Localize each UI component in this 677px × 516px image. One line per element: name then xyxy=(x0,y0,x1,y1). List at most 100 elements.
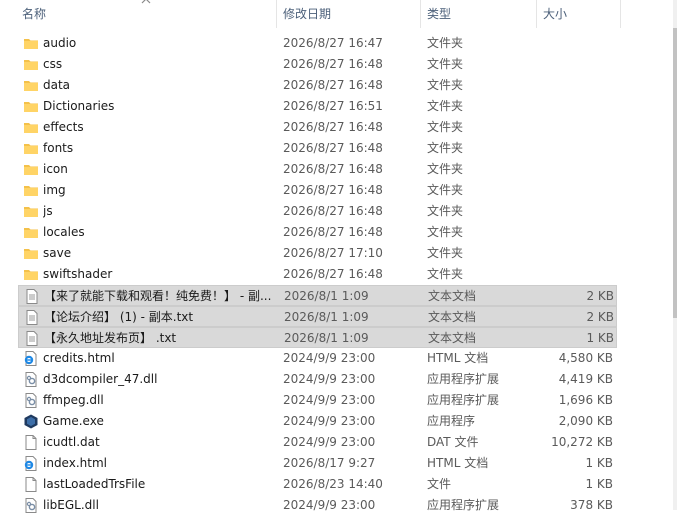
file-size xyxy=(537,264,613,285)
file-size xyxy=(537,33,613,54)
file-size xyxy=(537,96,613,117)
sort-ascending-icon xyxy=(141,0,151,4)
column-header-bar: 名称 修改日期 类型 大小 xyxy=(0,0,677,28)
file-date: 2026/8/27 16:48 xyxy=(283,57,383,71)
file-row[interactable]: img 2026/8/27 16:48 文件夹 xyxy=(18,180,617,201)
file-type: 文件 xyxy=(427,477,452,491)
file-size xyxy=(537,222,613,243)
file-name: data xyxy=(43,78,71,92)
file-row[interactable]: 【论坛介绍】 (1) - 副本.txt 2026/8/1 1:09 文本文档 2 KB xyxy=(18,306,617,327)
file-name: 【论坛介绍】 (1) - 副本.txt xyxy=(44,310,194,324)
file-type: 文本文档 xyxy=(428,331,477,345)
file-name: 【永久地址发布页】 .txt xyxy=(44,331,177,345)
file-row[interactable]: icudtl.dat 2024/9/9 23:00 DAT 文件 10,272 KB xyxy=(18,432,617,453)
column-header-size[interactable]: 大小 xyxy=(537,0,621,28)
folder-icon xyxy=(23,99,39,114)
file-row[interactable]: lastLoadedTrsFile 2026/8/23 14:40 文件 1 KB xyxy=(18,474,617,495)
file-name: 【来了就能下载和观看！纯免费！】 - 副... xyxy=(44,289,272,303)
file-row[interactable]: credits.html 2024/9/9 23:00 HTML 文档 4,580 K… xyxy=(18,348,617,369)
file-size: 1 KB xyxy=(586,331,614,345)
folder-icon xyxy=(23,162,39,177)
folder-icon xyxy=(23,141,39,156)
file-size: 2,090 KB xyxy=(558,414,613,428)
text-file-icon xyxy=(24,310,40,325)
file-row[interactable]: Game.exe 2024/9/9 23:00 应用程序 2,090 KB xyxy=(18,411,617,432)
file-name: icon xyxy=(43,162,68,176)
file-type: 文件夹 xyxy=(427,57,464,71)
blank-file-icon xyxy=(23,435,39,450)
file-row[interactable]: 【永久地址发布页】 .txt 2026/8/1 1:09 文本文档 1 KB xyxy=(18,327,617,348)
folder-icon xyxy=(23,36,39,51)
file-row[interactable]: audio 2026/8/27 16:47 文件夹 xyxy=(18,33,617,54)
file-row[interactable]: icon 2026/8/27 16:48 文件夹 xyxy=(18,159,617,180)
file-size xyxy=(537,201,613,222)
file-date: 2026/8/27 16:48 xyxy=(283,162,383,176)
file-name: audio xyxy=(43,36,77,50)
file-name: index.html xyxy=(43,456,107,470)
file-size: 4,419 KB xyxy=(558,372,613,386)
blank-file-icon xyxy=(23,477,39,492)
file-date: 2026/8/1 1:09 xyxy=(284,331,369,345)
folder-icon xyxy=(23,267,39,282)
file-size xyxy=(537,75,613,96)
column-header-date[interactable]: 修改日期 xyxy=(277,0,421,28)
file-row[interactable]: js 2026/8/27 16:48 文件夹 xyxy=(18,201,617,222)
file-date: 2026/8/27 16:51 xyxy=(283,99,383,113)
file-size: 4,580 KB xyxy=(558,351,613,365)
file-name: Dictionaries xyxy=(43,99,115,113)
file-type: 应用程序扩展 xyxy=(427,498,500,512)
file-row[interactable]: locales 2026/8/27 16:48 文件夹 xyxy=(18,222,617,243)
file-row[interactable]: libEGL.dll 2024/9/9 23:00 应用程序扩展 378 KB xyxy=(18,495,617,516)
file-row[interactable]: index.html 2026/8/17 9:27 HTML 文档 1 KB xyxy=(18,453,617,474)
file-name: swiftshader xyxy=(43,267,113,281)
file-name: locales xyxy=(43,225,85,239)
file-size: 2 KB xyxy=(586,289,614,303)
file-date: 2026/8/27 16:48 xyxy=(283,120,383,134)
file-size: 1 KB xyxy=(585,477,613,491)
file-row[interactable]: css 2026/8/27 16:48 文件夹 xyxy=(18,54,617,75)
file-name: css xyxy=(43,57,63,71)
file-row[interactable]: swiftshader 2026/8/27 16:48 文件夹 xyxy=(18,264,617,285)
file-date: 2026/8/27 16:48 xyxy=(283,267,383,281)
file-type: 文件夹 xyxy=(427,225,464,239)
file-name: libEGL.dll xyxy=(43,498,99,512)
file-date: 2026/8/27 17:10 xyxy=(283,246,383,260)
folder-icon xyxy=(23,246,39,261)
file-date: 2026/8/1 1:09 xyxy=(284,310,369,324)
file-row[interactable]: effects 2026/8/27 16:48 文件夹 xyxy=(18,117,617,138)
file-name: Game.exe xyxy=(43,414,104,428)
dll-file-icon xyxy=(23,393,39,408)
text-file-icon xyxy=(24,331,40,346)
file-name: fonts xyxy=(43,141,74,155)
file-name: effects xyxy=(43,120,84,134)
file-type: 文件夹 xyxy=(427,36,464,50)
file-type: 文本文档 xyxy=(428,289,477,303)
file-type: 文件夹 xyxy=(427,204,464,218)
file-row[interactable]: data 2026/8/27 16:48 文件夹 xyxy=(18,75,617,96)
file-date: 2026/8/27 16:47 xyxy=(283,36,383,50)
file-type: 文本文档 xyxy=(428,310,477,324)
file-size: 378 KB xyxy=(570,498,613,512)
column-header-type[interactable]: 类型 xyxy=(421,0,537,28)
vertical-scrollbar[interactable] xyxy=(673,0,677,510)
file-row[interactable]: fonts 2026/8/27 16:48 文件夹 xyxy=(18,138,617,159)
file-row[interactable]: save 2026/8/27 17:10 文件夹 xyxy=(18,243,617,264)
file-size: 1,696 KB xyxy=(558,393,613,407)
file-type: DAT 文件 xyxy=(427,435,479,449)
file-date: 2024/9/9 23:00 xyxy=(283,393,376,407)
scrollbar-thumb[interactable] xyxy=(673,28,677,318)
dll-file-icon xyxy=(23,372,39,387)
folder-icon xyxy=(23,120,39,135)
folder-icon xyxy=(23,225,39,240)
file-type: 文件夹 xyxy=(427,183,464,197)
file-size xyxy=(537,180,613,201)
text-file-icon xyxy=(24,289,40,304)
file-type: 应用程序扩展 xyxy=(427,393,500,407)
file-name: save xyxy=(43,246,72,260)
file-row[interactable]: d3dcompiler_47.dll 2024/9/9 23:00 应用程序扩展 4,… xyxy=(18,369,617,390)
file-row[interactable]: ffmpeg.dll 2024/9/9 23:00 应用程序扩展 1,696 KB xyxy=(18,390,617,411)
file-row[interactable]: Dictionaries 2026/8/27 16:51 文件夹 xyxy=(18,96,617,117)
file-row[interactable]: 【来了就能下载和观看！纯免费！】 - 副... 2026/8/1 1:09 文本文档… xyxy=(18,285,617,306)
folder-icon xyxy=(23,57,39,72)
file-date: 2026/8/27 16:48 xyxy=(283,141,383,155)
